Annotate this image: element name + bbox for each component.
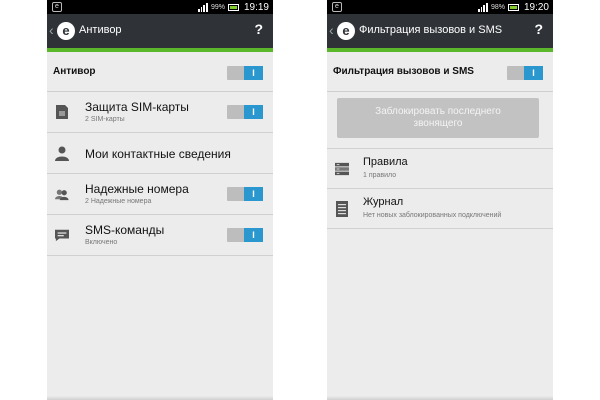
list-item-subtitle: Нет новых заблокированных подключений <box>363 212 502 219</box>
block-last-caller-button[interactable]: Заблокировать последнего звонящего <box>337 98 539 138</box>
bottom-edge <box>327 396 553 400</box>
rules-list-icon <box>335 162 349 176</box>
help-button[interactable]: ? <box>254 21 263 37</box>
toggle-knob: I <box>244 228 263 242</box>
battery-percent: 99% <box>210 3 225 11</box>
sim-protection-toggle[interactable]: I <box>227 105 263 119</box>
status-bar: e 99% 19:19 <box>47 0 273 14</box>
list-item-subtitle: Включено <box>85 239 118 246</box>
list-item-title: SMS-команды <box>85 223 165 237</box>
left-phone-screen: e 99% 19:19 ‹ e Антивор ? Антивор I Защи… <box>47 0 273 400</box>
back-chevron-icon[interactable]: ‹ <box>49 22 54 38</box>
list-item-rules[interactable]: Правила 1 правило <box>327 149 553 189</box>
list-item-title: Надежные номера <box>85 182 189 196</box>
eset-logo-icon[interactable]: e <box>57 22 75 40</box>
page-title: Антивор <box>79 24 122 36</box>
contacts-group-icon <box>55 189 69 201</box>
list-item-sim-protection[interactable]: Защита SIM-карты 2 SIM-карты I <box>47 92 273 133</box>
signal-icon <box>197 2 208 12</box>
list-item-trusted-numbers[interactable]: Надежные номера 2 Надежные номера I <box>47 174 273 215</box>
call-filter-master-label: Фильтрация вызовов и SMS <box>333 66 474 77</box>
list-item-title: Защита SIM-карты <box>85 100 189 114</box>
person-icon <box>55 146 69 161</box>
help-button[interactable]: ? <box>534 21 543 37</box>
toggle-knob: I <box>244 66 263 80</box>
list-item-subtitle: 1 правило <box>363 172 397 179</box>
call-filter-master-row: Фильтрация вызовов и SMS I <box>327 52 553 92</box>
back-chevron-icon[interactable]: ‹ <box>329 22 334 38</box>
antitheft-master-toggle[interactable]: I <box>227 66 263 80</box>
sms-message-icon <box>55 229 69 242</box>
action-bar: ‹ e Антивор ? <box>47 14 273 52</box>
right-phone-screen: e 98% 19:20 ‹ e Фильтрация вызовов и SMS… <box>327 0 553 400</box>
list-item-sms-commands[interactable]: SMS-команды Включено I <box>47 215 273 256</box>
battery-icon <box>227 3 239 11</box>
list-item-subtitle: 2 Надежные номера <box>85 198 152 205</box>
list-item-title: Мои контактные сведения <box>85 147 231 161</box>
list-item-contact-info[interactable]: Мои контактные сведения <box>47 133 273 174</box>
eset-notification-icon: e <box>52 2 62 12</box>
status-bar: e 98% 19:20 <box>327 0 553 14</box>
call-filter-master-toggle[interactable]: I <box>507 66 543 80</box>
trusted-numbers-toggle[interactable]: I <box>227 187 263 201</box>
status-time: 19:20 <box>523 1 549 13</box>
eset-logo-icon[interactable]: e <box>337 22 355 40</box>
battery-percent: 98% <box>490 3 505 11</box>
list-item-title: Правила <box>363 156 408 168</box>
action-bar: ‹ e Фильтрация вызовов и SMS ? <box>327 14 553 52</box>
sms-commands-toggle[interactable]: I <box>227 228 263 242</box>
antitheft-master-row: Антивор I <box>47 52 273 92</box>
list-item-subtitle: 2 SIM-карты <box>85 116 125 123</box>
sim-card-icon <box>56 105 68 119</box>
log-document-icon <box>336 201 348 217</box>
antitheft-master-label: Антивор <box>53 66 96 77</box>
list-item-title: Журнал <box>363 196 404 208</box>
block-caller-section: Заблокировать последнего звонящего <box>327 92 553 149</box>
toggle-knob: I <box>524 66 543 80</box>
status-time: 19:19 <box>243 1 269 13</box>
toggle-knob: I <box>244 187 263 201</box>
list-item-log[interactable]: Журнал Нет новых заблокированных подключ… <box>327 189 553 229</box>
eset-notification-icon: e <box>332 2 342 12</box>
bottom-edge <box>47 396 273 400</box>
toggle-knob: I <box>244 105 263 119</box>
signal-icon <box>477 2 488 12</box>
battery-icon <box>507 3 519 11</box>
page-title: Фильтрация вызовов и SMS <box>359 24 503 36</box>
